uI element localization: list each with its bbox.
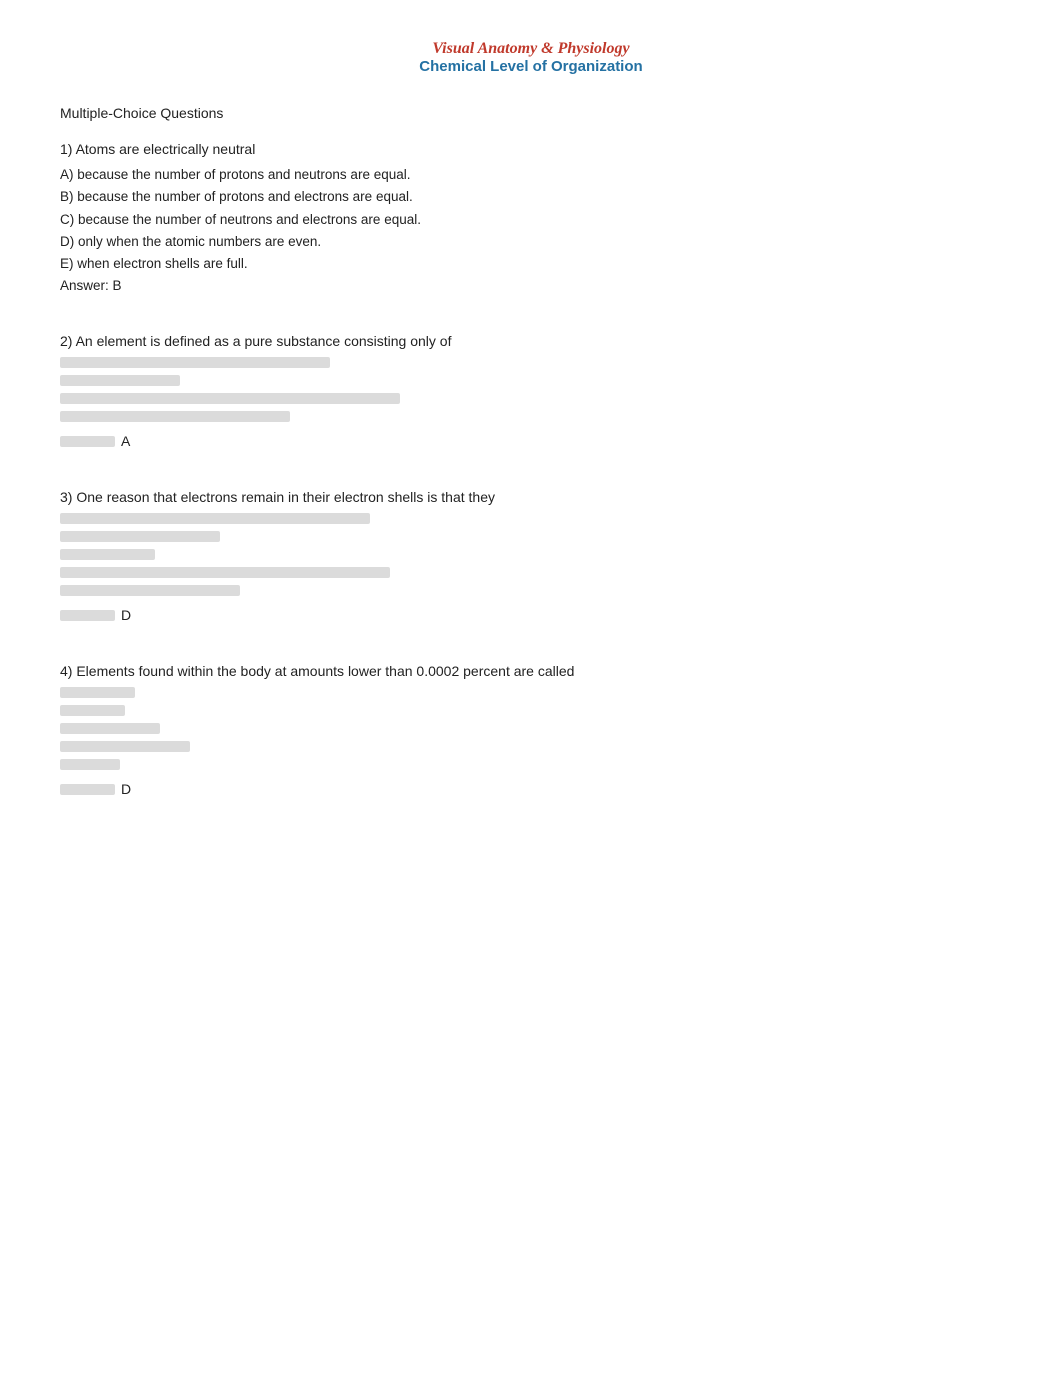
blurred-line-3-2 [60, 549, 1002, 567]
answer-label-blurred-2 [60, 436, 115, 447]
blurred-line-2-2 [60, 393, 1002, 411]
question-text-2: 2) An element is defined as a pure subst… [60, 333, 1002, 349]
blurred-line-3-0 [60, 513, 1002, 531]
book-title: Visual Anatomy & Physiology [60, 40, 1002, 58]
question-block-1: 1) Atoms are electrically neutral A) beca… [60, 141, 1002, 293]
choice-1-3: D) only when the atomic numbers are even… [60, 232, 1002, 252]
answer-letter-4: D [121, 781, 131, 797]
blurred-choices-2 [60, 357, 1002, 429]
blurred-line-3-4 [60, 585, 1002, 603]
answer-label-blurred-4 [60, 784, 115, 795]
blurred-line-3-3 [60, 567, 1002, 585]
blurred-line-2-0 [60, 357, 1002, 375]
question-text-4: 4) Elements found within the body at amo… [60, 663, 1002, 679]
answer-4: D [60, 781, 1002, 797]
blurred-line-3-1 [60, 531, 1002, 549]
choice-1-1: B) because the number of protons and ele… [60, 187, 1002, 207]
choice-1-2: C) because the number of neutrons and el… [60, 210, 1002, 230]
blurred-line-2-3 [60, 411, 1002, 429]
blurred-line-4-0 [60, 687, 1002, 705]
answer-1: Answer: B [60, 278, 1002, 293]
chapter-title: Chemical Level of Organization [60, 58, 1002, 75]
answer-label-blurred-3 [60, 610, 115, 621]
answer-letter-2: A [121, 433, 130, 449]
answer-letter-3: D [121, 607, 131, 623]
blurred-choices-3 [60, 513, 1002, 603]
question-block-2: 2) An element is defined as a pure subst… [60, 333, 1002, 449]
question-block-3: 3) One reason that electrons remain in t… [60, 489, 1002, 623]
question-text-1: 1) Atoms are electrically neutral [60, 141, 1002, 157]
choice-1-0: A) because the number of protons and neu… [60, 165, 1002, 185]
question-text-3: 3) One reason that electrons remain in t… [60, 489, 1002, 505]
blurred-choices-4 [60, 687, 1002, 777]
blurred-line-4-4 [60, 759, 1002, 777]
blurred-line-4-2 [60, 723, 1002, 741]
blurred-line-4-3 [60, 741, 1002, 759]
choice-1-4: E) when electron shells are full. [60, 254, 1002, 274]
question-block-4: 4) Elements found within the body at amo… [60, 663, 1002, 797]
page-header: Visual Anatomy & Physiology Chemical Lev… [60, 40, 1002, 75]
answer-3: D [60, 607, 1002, 623]
answer-2: A [60, 433, 1002, 449]
questions-container: 1) Atoms are electrically neutral A) beca… [60, 141, 1002, 797]
section-label: Multiple-Choice Questions [60, 105, 1002, 121]
blurred-line-2-1 [60, 375, 1002, 393]
blurred-line-4-1 [60, 705, 1002, 723]
